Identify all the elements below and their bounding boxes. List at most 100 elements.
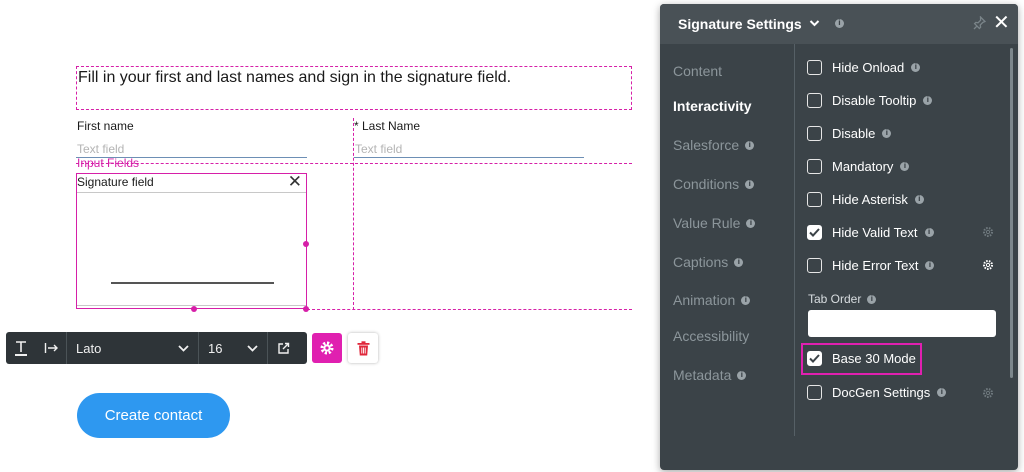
option-hide-valid-text[interactable]: Hide Valid Text i [807,225,934,240]
info-icon: i [911,63,921,72]
nav-captions[interactable]: Captions i [673,254,744,270]
option-label: Hide Error Text [832,258,919,273]
font-family-value: Lato [76,340,102,356]
tab-order-label: Tab Order i [808,292,877,306]
info-icon: i [867,294,877,304]
nav-accessibility[interactable]: Accessibility [673,328,749,344]
signature-title: Signature field [77,175,154,189]
nav-value-rule[interactable]: Value Rule i [673,215,756,231]
info-icon: i [741,295,751,305]
checkmark-icon [809,354,820,363]
info-icon: i [737,370,747,380]
align-left-icon [44,343,58,353]
gear-icon[interactable] [982,226,994,238]
gear-icon[interactable] [982,387,994,399]
delete-button[interactable] [348,333,378,363]
create-contact-button[interactable]: Create contact [77,393,230,438]
checkbox[interactable] [807,258,822,273]
checkmark-icon [809,228,820,237]
text-format-button[interactable] [6,332,36,364]
tab-order-label-text: Tab Order [808,292,862,306]
info-icon: i [882,129,892,138]
nav-label: Captions [673,254,729,270]
checkbox-checked[interactable] [807,351,822,366]
checkbox[interactable] [807,385,822,400]
close-icon[interactable]: ✕ [288,173,302,191]
nav-metadata[interactable]: Metadata i [673,367,747,383]
checkbox[interactable] [807,126,822,141]
checkbox[interactable] [807,60,822,75]
panel-nav-divider [794,44,795,436]
nav-interactivity[interactable]: Interactivity [673,98,752,114]
align-left-button[interactable] [36,332,66,364]
option-label: Hide Asterisk [832,192,908,207]
checkbox-checked[interactable] [807,225,822,240]
option-hide-onload[interactable]: Hide Onload i [807,60,921,75]
section-label: Input Fields [77,156,140,170]
first-name-label: First name [77,119,134,133]
option-hide-error-text[interactable]: Hide Error Text i [807,258,935,273]
option-label: DocGen Settings [832,385,931,400]
option-docgen-settings[interactable]: DocGen Settings i [807,385,947,400]
checkbox[interactable] [807,159,822,174]
nav-label: Conditions [673,176,740,192]
text-format-icon [15,341,27,356]
close-icon[interactable]: ✕ [993,12,1010,34]
tab-order-input[interactable] [808,310,996,337]
chevron-down-icon[interactable] [809,16,820,30]
resize-handle-bottom[interactable] [191,306,197,312]
text-toolbar: Lato 16 [6,332,307,364]
open-external-button[interactable] [268,332,298,364]
option-label: Disable Tooltip [832,93,917,108]
nav-label: Animation [673,292,736,308]
info-icon: i [900,162,910,171]
nav-content[interactable]: Content [673,63,722,79]
option-label: Base 30 Mode [832,351,916,366]
signature-header: Signature field ✕ [77,173,306,193]
checkbox[interactable] [807,192,822,207]
row-guide-bottom [307,309,632,310]
external-link-icon [277,342,289,354]
info-icon: i [746,218,756,228]
option-label: Disable [832,126,876,141]
info-icon: i [923,96,933,105]
option-hide-asterisk[interactable]: Hide Asterisk i [807,192,924,207]
option-mandatory[interactable]: Mandatory i [807,159,910,174]
panel-header: Signature Settings i ✕ [660,4,1018,44]
info-icon: i [924,228,934,237]
signature-field[interactable]: Signature field ✕ [76,173,307,309]
option-disable[interactable]: Disable i [807,126,892,141]
info-icon: i [745,179,755,189]
nav-salesforce[interactable]: Salesforce i [673,137,755,153]
font-size-select[interactable]: 16 [199,332,267,364]
chevron-down-icon [178,344,189,352]
info-icon: i [914,195,924,204]
gear-icon [320,341,334,355]
chevron-down-icon [247,344,258,352]
signature-line [111,282,274,284]
instruction-block[interactable]: Fill in your first and last names and si… [76,66,632,110]
info-icon: i [925,261,935,270]
panel-scrollbar[interactable] [1010,48,1013,378]
settings-button[interactable] [312,333,342,363]
nav-animation[interactable]: Animation i [673,292,751,308]
nav-label: Metadata [673,367,732,383]
option-label: Hide Onload [832,60,905,75]
info-icon[interactable]: i [835,19,844,28]
nav-label: Content [673,63,723,79]
gear-icon[interactable] [982,259,994,271]
resize-handle-corner[interactable] [303,306,309,312]
font-family-select[interactable]: Lato [67,332,198,364]
pin-icon[interactable] [973,16,986,30]
resize-handle-right[interactable] [303,241,309,247]
option-base-30-mode[interactable]: Base 30 Mode [807,351,916,366]
checkbox[interactable] [807,93,822,108]
option-label: Hide Valid Text [832,225,918,240]
option-disable-tooltip[interactable]: Disable Tooltip i [807,93,933,108]
font-size-value: 16 [208,340,223,356]
nav-conditions[interactable]: Conditions i [673,176,755,192]
instruction-text: Fill in your first and last names and si… [78,69,512,86]
last-name-input[interactable] [354,140,584,158]
nav-label: Salesforce [673,137,740,153]
info-icon: i [734,257,744,267]
